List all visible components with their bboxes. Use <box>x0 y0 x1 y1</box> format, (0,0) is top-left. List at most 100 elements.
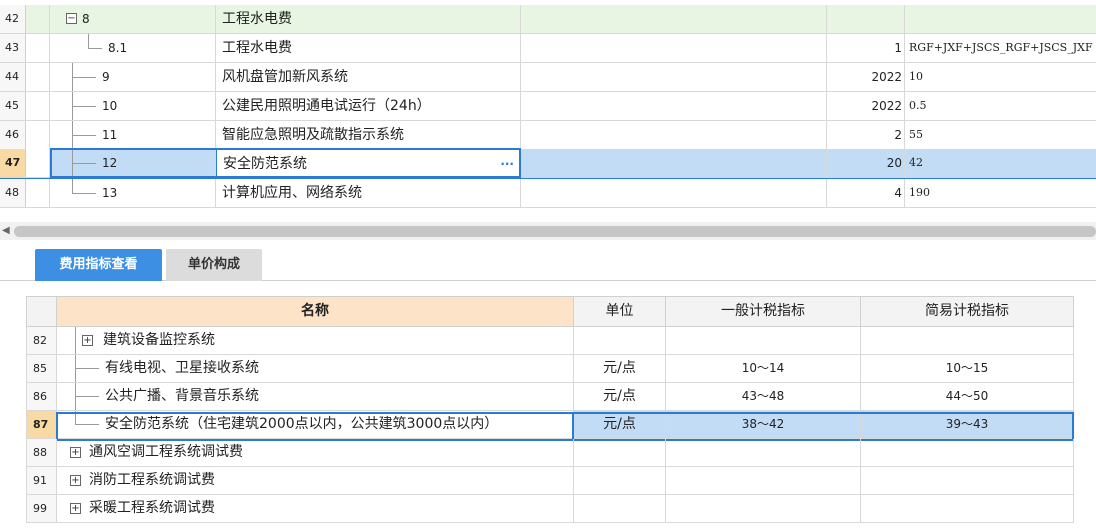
formula-cell[interactable] <box>905 5 1096 33</box>
formula-cell[interactable]: 55 <box>905 121 1096 149</box>
name-cell-editing[interactable]: 安全防范系统 ··· <box>216 149 521 177</box>
expand-icon[interactable]: + <box>82 335 93 346</box>
table-row[interactable]: 85 有线电视、卫星接收系统 元/点 10～14 10～15 <box>26 355 1074 383</box>
qty-cell[interactable]: 4 <box>827 179 905 207</box>
table-header: 名称 单位 一般计税指标 简易计税指标 <box>26 296 1074 327</box>
qty-cell[interactable]: 1 <box>827 34 905 62</box>
table-row[interactable]: 86 公共广播、背景音乐系统 元/点 43～48 44～50 <box>26 383 1074 411</box>
name-cell[interactable]: 公共广播、背景音乐系统 <box>57 383 574 410</box>
general-tax-cell[interactable] <box>666 439 861 466</box>
header-unit[interactable]: 单位 <box>574 297 666 326</box>
name-cell[interactable]: 安全防范系统（住宅建筑2000点以内，公共建筑3000点以内） <box>57 411 574 438</box>
unit-cell[interactable] <box>574 495 666 522</box>
unit-cell[interactable] <box>574 327 666 354</box>
table-row[interactable]: 99 + 采暖工程系统调试费 <box>26 495 1074 523</box>
tab-unit-price[interactable]: 单价构成 <box>166 249 262 281</box>
formula-cell[interactable]: 0.5 <box>905 92 1096 120</box>
cost-items-grid: 42 − 8 工程水电费 43 8.1 工程水电费 1 RGF+JXF+JSCS… <box>0 0 1096 208</box>
simple-tax-cell[interactable]: 39～43 <box>861 411 1073 438</box>
general-tax-cell[interactable]: 38～42 <box>666 411 861 438</box>
header-name[interactable]: 名称 <box>57 297 574 326</box>
qty-cell[interactable]: 2022 <box>827 63 905 91</box>
table-row[interactable]: 42 − 8 工程水电费 <box>0 5 1096 34</box>
name-cell[interactable]: + 建筑设备监控系统 <box>57 327 574 354</box>
table-row[interactable]: 45 10 公建民用照明通电试运行（24h） 2022 0.5 <box>0 92 1096 121</box>
general-tax-cell[interactable] <box>666 327 861 354</box>
header-simple-tax[interactable]: 简易计税指标 <box>861 297 1073 326</box>
simple-tax-cell[interactable] <box>861 495 1073 522</box>
simple-tax-cell[interactable] <box>861 467 1073 494</box>
qty-cell[interactable]: 2 <box>827 121 905 149</box>
unit-cell[interactable] <box>574 439 666 466</box>
row-number: 88 <box>27 439 57 466</box>
formula-cell[interactable]: 190 <box>905 179 1096 207</box>
row-number: 85 <box>27 355 57 382</box>
expand-icon[interactable]: + <box>70 503 81 514</box>
qty-cell[interactable]: 20 <box>827 149 905 177</box>
code-cell[interactable]: 12 <box>50 149 216 177</box>
table-row[interactable]: 82 + 建筑设备监控系统 <box>26 327 1074 355</box>
row-number: 99 <box>27 495 57 522</box>
scrollbar-thumb[interactable] <box>14 226 1096 237</box>
name-text: 消防工程系统调试费 <box>89 472 215 488</box>
expand-icon[interactable]: + <box>70 475 81 486</box>
tab-cost-index[interactable]: 费用指标查看 <box>35 249 162 281</box>
table-row[interactable]: 91 + 消防工程系统调试费 <box>26 467 1074 495</box>
name-cell[interactable]: 工程水电费 <box>216 34 521 62</box>
table-row-selected[interactable]: 87 安全防范系统（住宅建筑2000点以内，公共建筑3000点以内） 元/点 3… <box>26 411 1074 439</box>
code-label: 13 <box>102 186 118 200</box>
unit-cell[interactable]: 元/点 <box>574 383 666 410</box>
name-cell[interactable]: + 通风空调工程系统调试费 <box>57 439 574 466</box>
scroll-left-icon[interactable]: ◀ <box>2 225 10 236</box>
table-row[interactable]: 44 9 风机盘管加新风系统 2022 10 <box>0 63 1096 92</box>
name-cell[interactable]: 风机盘管加新风系统 <box>216 63 521 91</box>
code-cell[interactable]: 9 <box>50 63 216 91</box>
general-tax-cell[interactable]: 10～14 <box>666 355 861 382</box>
more-options-icon[interactable]: ··· <box>500 150 514 176</box>
collapse-icon[interactable]: − <box>66 13 77 24</box>
code-cell[interactable]: 13 <box>50 179 216 207</box>
general-tax-cell[interactable]: 43～48 <box>666 383 861 410</box>
row-number: 43 <box>0 34 26 62</box>
name-text: 通风空调工程系统调试费 <box>89 444 243 460</box>
table-row[interactable]: 46 11 智能应急照明及疏散指示系统 2 55 <box>0 121 1096 150</box>
row-number: 91 <box>27 467 57 494</box>
table-row-selected[interactable]: 47 12 安全防范系统 ··· 20 42 <box>0 149 1096 179</box>
code-cell[interactable]: 10 <box>50 92 216 120</box>
formula-cell[interactable]: 42 <box>905 149 1096 177</box>
row-number: 44 <box>0 63 26 91</box>
name-cell[interactable]: 有线电视、卫星接收系统 <box>57 355 574 382</box>
name-cell[interactable]: 工程水电费 <box>216 5 521 33</box>
name-cell[interactable]: + 采暖工程系统调试费 <box>57 495 574 522</box>
expand-icon[interactable]: + <box>70 447 81 458</box>
unit-cell[interactable]: 元/点 <box>574 355 666 382</box>
code-cell[interactable]: 8.1 <box>50 34 216 62</box>
code-cell[interactable]: − 8 <box>50 5 216 33</box>
simple-tax-cell[interactable]: 44～50 <box>861 383 1073 410</box>
table-row[interactable]: 88 + 通风空调工程系统调试费 <box>26 439 1074 467</box>
simple-tax-cell[interactable] <box>861 327 1073 354</box>
general-tax-cell[interactable] <box>666 467 861 494</box>
table-row[interactable]: 48 13 计算机应用、网络系统 4 190 <box>0 179 1096 208</box>
simple-tax-cell[interactable] <box>861 439 1073 466</box>
name-cell[interactable]: 公建民用照明通电试运行（24h） <box>216 92 521 120</box>
formula-cell[interactable]: 10 <box>905 63 1096 91</box>
qty-cell[interactable] <box>827 5 905 33</box>
horizontal-scrollbar[interactable]: ◀ <box>0 222 1096 240</box>
row-number: 45 <box>0 92 26 120</box>
formula-cell[interactable]: RGF+JXF+JSCS_RGF+JSCS_JXF <box>905 34 1096 62</box>
simple-tax-cell[interactable]: 10～15 <box>861 355 1073 382</box>
code-label: 11 <box>102 128 118 142</box>
name-cell[interactable]: 计算机应用、网络系统 <box>216 179 521 207</box>
name-cell[interactable]: + 消防工程系统调试费 <box>57 467 574 494</box>
name-text: 安全防范系统 <box>223 156 307 172</box>
detail-tabs: 费用指标查看 单价构成 <box>0 249 1096 281</box>
unit-cell[interactable]: 元/点 <box>574 411 666 438</box>
unit-cell[interactable] <box>574 467 666 494</box>
table-row[interactable]: 43 8.1 工程水电费 1 RGF+JXF+JSCS_RGF+JSCS_JXF <box>0 34 1096 63</box>
general-tax-cell[interactable] <box>666 495 861 522</box>
code-cell[interactable]: 11 <box>50 121 216 149</box>
name-cell[interactable]: 智能应急照明及疏散指示系统 <box>216 121 521 149</box>
qty-cell[interactable]: 2022 <box>827 92 905 120</box>
header-general-tax[interactable]: 一般计税指标 <box>666 297 861 326</box>
